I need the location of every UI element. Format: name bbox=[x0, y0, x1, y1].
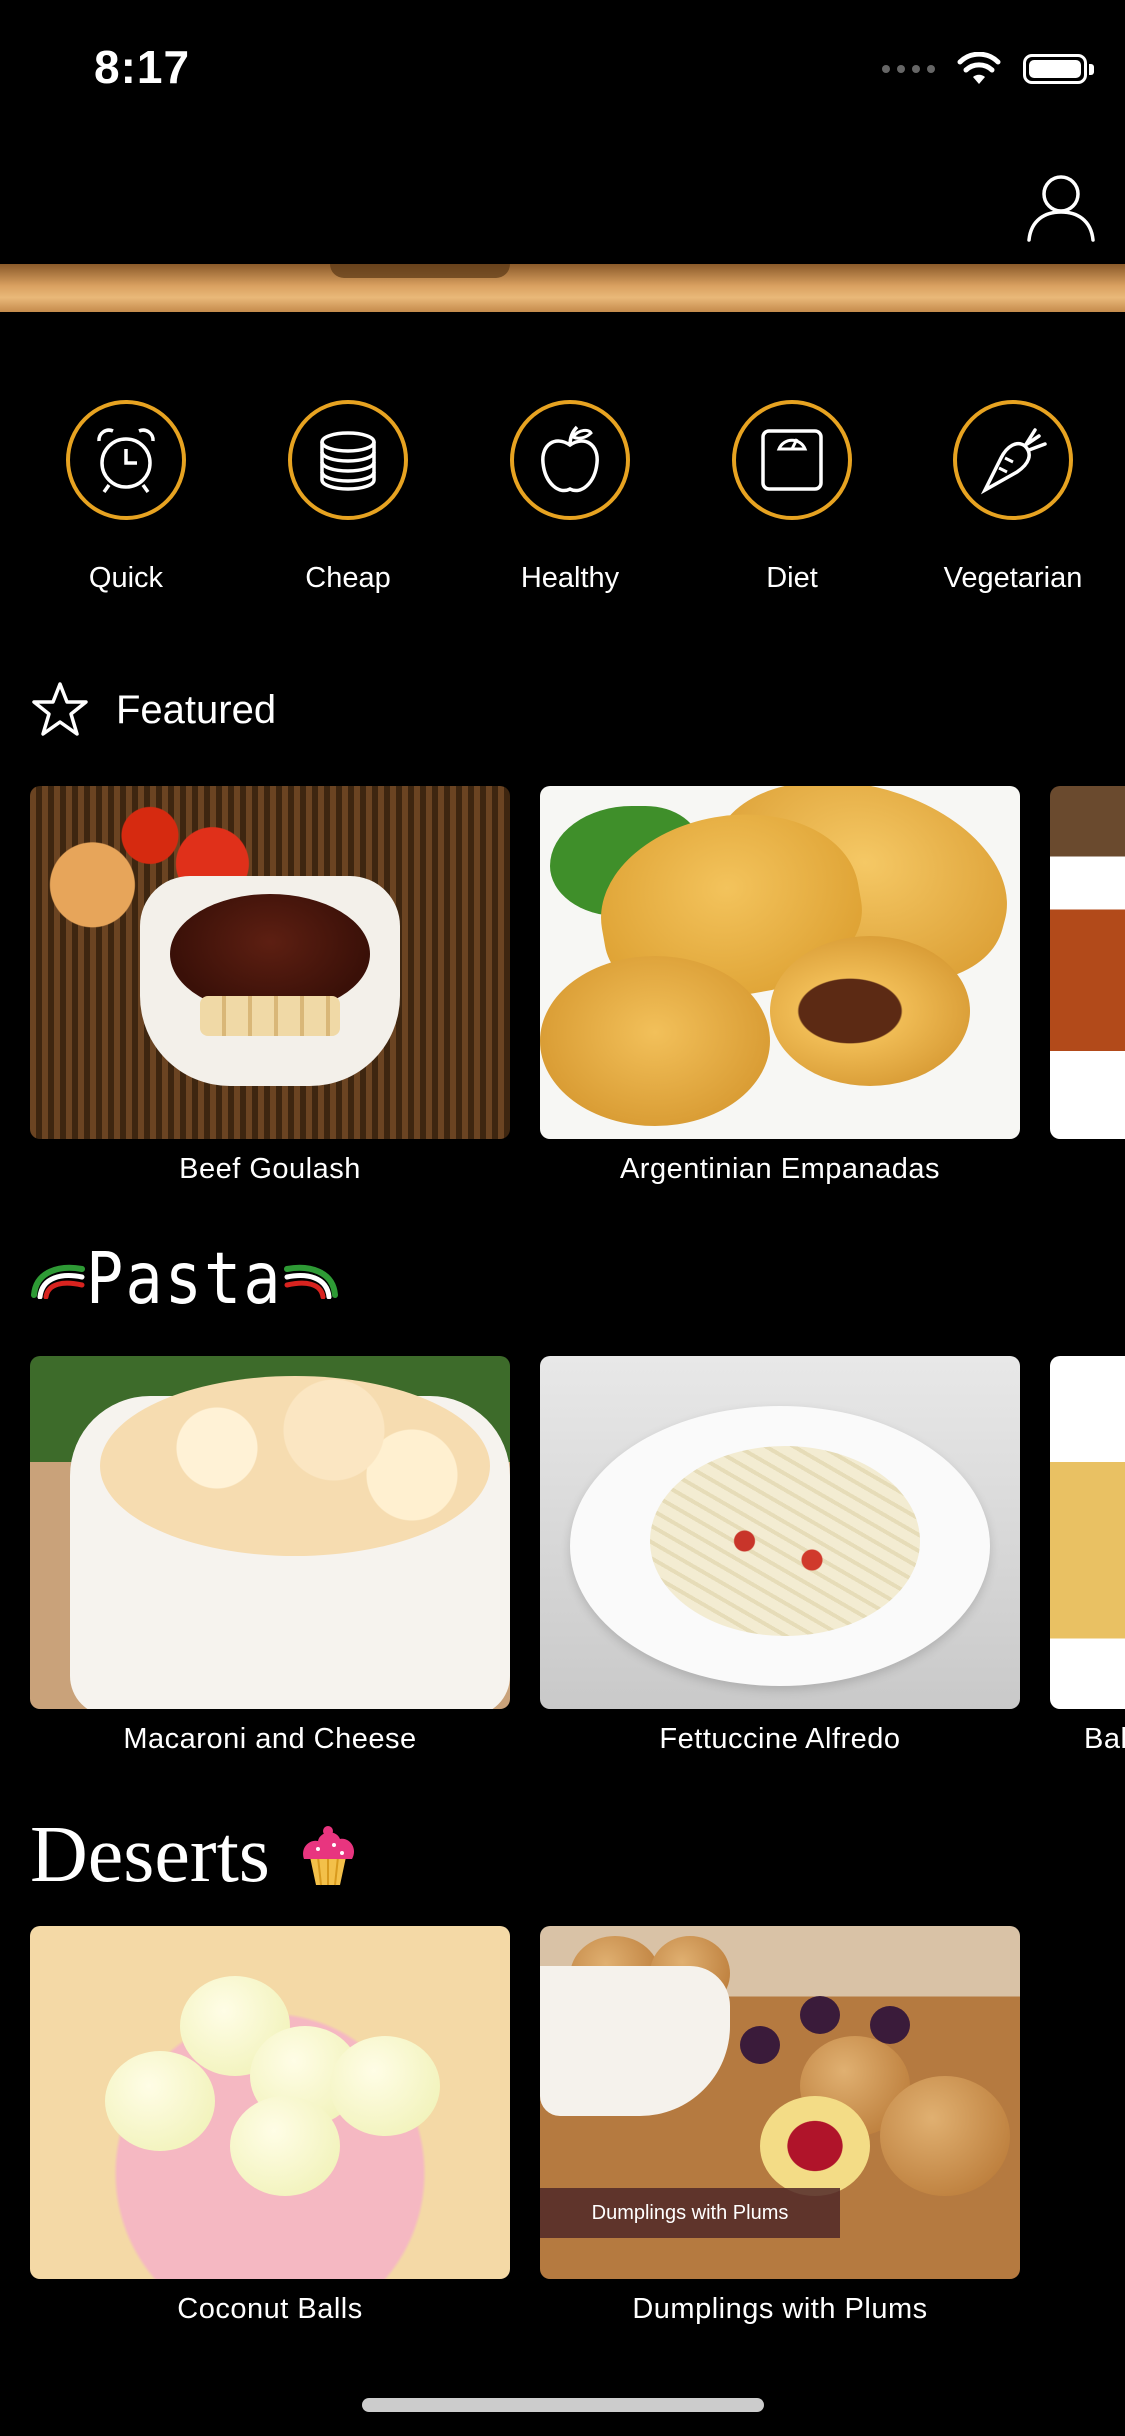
person-icon bbox=[1027, 175, 1095, 242]
hero-banner-image[interactable] bbox=[0, 264, 1125, 312]
wifi-icon bbox=[957, 52, 1001, 84]
cupcake-icon bbox=[303, 1825, 354, 1885]
italian-flag-swoosh-icon bbox=[31, 1264, 85, 1299]
pasta-header: Pasta bbox=[30, 1237, 339, 1320]
recipe-title: Argentinian Empanadas bbox=[619, 1153, 941, 1185]
battery-icon bbox=[1023, 54, 1094, 84]
pasta-carousel[interactable]: Macaroni and Cheese Fettuccine Alfredo B… bbox=[0, 1356, 1125, 1776]
section-title: Featured bbox=[116, 687, 277, 732]
recipe-image bbox=[540, 1356, 1020, 1709]
recipe-image bbox=[30, 1356, 510, 1709]
category-label: Vegetarian bbox=[943, 562, 1083, 594]
section-title: Deserts bbox=[30, 1811, 270, 1899]
italian-flag-swoosh-icon bbox=[283, 1264, 338, 1299]
recipe-title: Fettuccine Alfredo bbox=[659, 1723, 901, 1755]
category-cheap[interactable]: Cheap bbox=[248, 400, 448, 595]
deserts-carousel[interactable]: Coconut Balls Dumplings with Plums Dumpl… bbox=[0, 1926, 1125, 2346]
profile-button[interactable] bbox=[1021, 166, 1101, 246]
recipe-card[interactable]: Fettuccine Alfredo bbox=[540, 1356, 1020, 1756]
category-vegetarian[interactable]: Vegetarian bbox=[913, 400, 1113, 595]
deserts-header: Deserts bbox=[30, 1810, 360, 1901]
recipe-card[interactable]: Bal bbox=[1050, 1356, 1125, 1756]
recipe-image bbox=[1050, 1356, 1125, 1709]
recipe-title: Bal bbox=[1084, 1723, 1125, 1755]
carrot-icon bbox=[953, 400, 1073, 520]
image-caption-tag: Dumplings with Plums bbox=[540, 2188, 840, 2238]
featured-carousel[interactable]: Beef Goulash Argentinian Empanadas bbox=[0, 786, 1125, 1206]
apple-icon bbox=[510, 400, 630, 520]
category-label: Diet bbox=[766, 562, 818, 594]
recipe-image bbox=[30, 786, 510, 1139]
category-healthy[interactable]: Healthy bbox=[470, 400, 670, 595]
signal-icon bbox=[882, 65, 935, 73]
recipe-image bbox=[540, 786, 1020, 1139]
app-header bbox=[0, 140, 1125, 264]
recipe-card[interactable]: Coconut Balls bbox=[30, 1926, 510, 2326]
recipe-image: Dumplings with Plums bbox=[540, 1926, 1020, 2279]
section-title: Pasta bbox=[86, 1236, 283, 1321]
recipe-image bbox=[1050, 786, 1125, 1139]
recipe-title: Dumplings with Plums bbox=[632, 2293, 928, 2325]
home-indicator[interactable] bbox=[362, 2398, 764, 2412]
scale-icon bbox=[732, 400, 852, 520]
alarm-clock-icon bbox=[66, 400, 186, 520]
recipe-title: Coconut Balls bbox=[177, 2293, 363, 2325]
category-label: Healthy bbox=[520, 562, 620, 594]
recipe-title: Beef Goulash bbox=[179, 1153, 361, 1185]
recipe-image bbox=[30, 1926, 510, 2279]
category-list: Quick Cheap Healthy Diet Vegetarian bbox=[0, 400, 1125, 620]
star-icon bbox=[32, 682, 88, 736]
category-label: Quick bbox=[88, 562, 164, 594]
status-time: 8:17 bbox=[94, 41, 191, 93]
coins-icon bbox=[288, 400, 408, 520]
featured-header: Featured bbox=[30, 680, 276, 740]
category-label: Cheap bbox=[305, 562, 391, 594]
category-quick[interactable]: Quick bbox=[26, 400, 226, 595]
status-icons bbox=[882, 52, 1094, 86]
recipe-card[interactable]: Macaroni and Cheese bbox=[30, 1356, 510, 1756]
recipe-title: Macaroni and Cheese bbox=[123, 1723, 417, 1755]
status-bar: 8:17 bbox=[0, 0, 1125, 140]
recipe-card[interactable]: Argentinian Empanadas bbox=[540, 786, 1020, 1186]
category-diet[interactable]: Diet bbox=[692, 400, 892, 595]
recipe-card[interactable]: Beef Goulash bbox=[30, 786, 510, 1186]
recipe-card[interactable] bbox=[1050, 786, 1125, 1153]
recipe-card[interactable]: Dumplings with Plums Dumplings with Plum… bbox=[540, 1926, 1020, 2326]
